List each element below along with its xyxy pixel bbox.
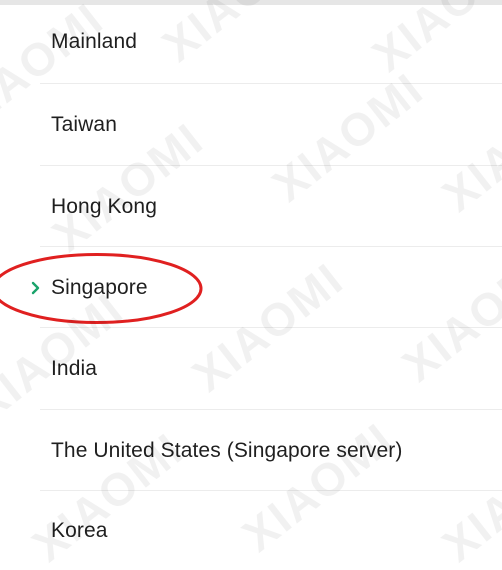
region-list: Mainland Taiwan Hong Kong Singapore Indi… — [0, 0, 502, 570]
region-selection-screen: Mainland Taiwan Hong Kong Singapore Indi… — [0, 0, 502, 570]
region-label: Korea — [51, 518, 108, 542]
region-item-india[interactable]: India — [0, 328, 502, 410]
region-item-united-states[interactable]: The United States (Singapore server) — [0, 410, 502, 491]
region-item-mainland[interactable]: Mainland — [0, 0, 502, 84]
region-item-taiwan[interactable]: Taiwan — [0, 84, 502, 166]
chevron-right-icon — [29, 279, 43, 297]
region-label: The United States (Singapore server) — [51, 438, 403, 462]
region-label: Singapore — [51, 275, 148, 299]
region-label: Taiwan — [51, 113, 117, 136]
region-item-korea[interactable]: Korea — [0, 491, 502, 570]
region-item-hong-kong[interactable]: Hong Kong — [0, 166, 502, 247]
region-item-singapore[interactable]: Singapore — [0, 247, 502, 328]
region-label: Hong Kong — [51, 194, 157, 218]
region-label: India — [51, 357, 98, 380]
region-label: Mainland — [51, 30, 138, 53]
